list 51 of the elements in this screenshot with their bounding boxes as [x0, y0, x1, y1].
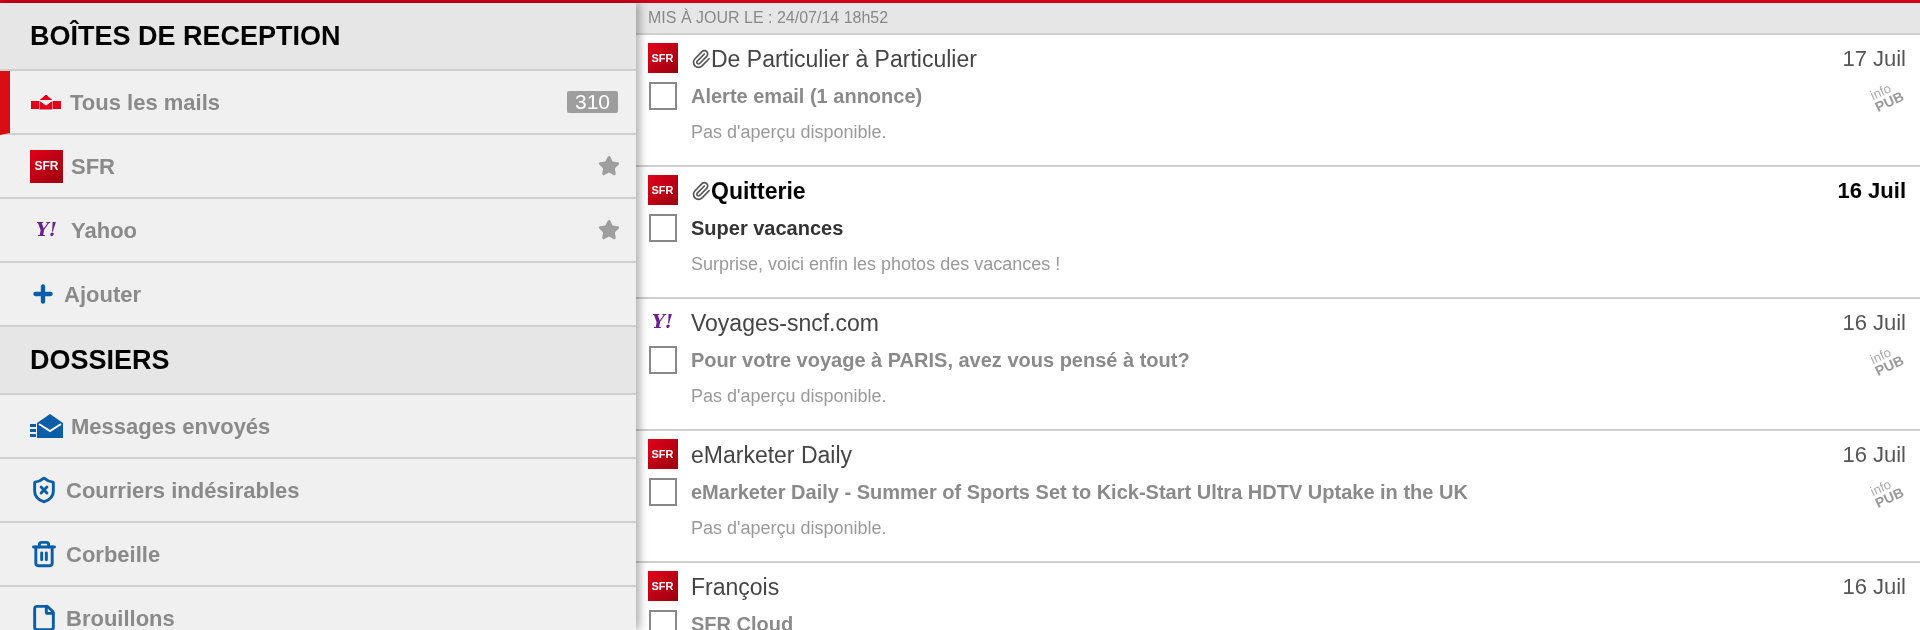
- mail-sender: De Particulier à Particulier: [711, 44, 977, 74]
- sfr-logo-icon: SFR: [647, 175, 678, 205]
- mail-sender: François: [691, 572, 780, 602]
- mail-sender: eMarketer Daily: [691, 440, 853, 470]
- mail-subject: eMarketer Daily - Summer of Sports Set to Kick-Start Ultra HDTV Uptake in the UK: [691, 480, 1469, 505]
- envelopes-icon: [30, 92, 62, 112]
- section-title: BOÎTES DE RECEPTION: [30, 19, 341, 53]
- yahoo-logo-icon: Y!: [646, 307, 679, 337]
- mail-sender: Voyages-sncf.com: [691, 308, 879, 338]
- star-icon[interactable]: [598, 219, 620, 241]
- mail-date: 16 Juil: [1842, 573, 1906, 601]
- sidebar-item[interactable]: SFR SFR: [0, 135, 636, 199]
- shield-icon: [30, 476, 58, 504]
- mail-item[interactable]: SFR De Particulier à Particulier Alerte email (1 annonce) Pas d'aperçu disponible. 17 Juil info PUB: [636, 35, 1920, 167]
- mail-preview: Surprise, voici enfin les photos des vacances !: [691, 253, 1062, 276]
- checkbox[interactable]: [648, 214, 677, 242]
- mail-sender: Quitterie: [711, 176, 806, 206]
- sfr-logo-icon: SFR: [647, 43, 678, 73]
- mail-item[interactable]: SFR Quitterie Super vacances Surprise, voici enfin les photos des vacances ! 16 Juil: [636, 167, 1920, 299]
- mail-subject: Alerte email (1 annonce): [691, 84, 924, 109]
- mail-date: 17 Juil: [1842, 45, 1906, 73]
- sent-mail-icon: [30, 413, 63, 439]
- ad-label: info PUB: [1868, 343, 1907, 379]
- mail-preview: Pas d'aperçu disponible.: [691, 385, 888, 408]
- ad-label: info PUB: [1868, 475, 1907, 511]
- sfr-logo-icon: SFR: [647, 571, 678, 601]
- mail-item[interactable]: SFR eMarketer Daily eMarketer Daily - Summer of Sports Set to Kick-Start Ultra HDTV Uptake in the UK Pas d'aperçu disponible. 16 Juil info PUB: [636, 431, 1920, 563]
- update-time: MIS À JOUR LE : 24/07/14 18h52: [648, 7, 889, 28]
- mail-subject: Super vacances: [691, 216, 845, 241]
- checkbox[interactable]: [648, 82, 677, 110]
- sfr-logo-icon: SFR: [30, 149, 63, 183]
- add-icon: [30, 281, 56, 307]
- mail-preview: Pas d'aperçu disponible.: [691, 121, 888, 144]
- checkbox[interactable]: [648, 346, 677, 374]
- count-badge: 310: [566, 91, 618, 113]
- ad-label: info PUB: [1868, 79, 1907, 115]
- star-icon[interactable]: [598, 155, 620, 177]
- mail-subject: Pour votre voyage à PARIS, avez vous pensé à tout?: [691, 348, 1191, 373]
- yahoo-logo-icon: Y!: [30, 215, 63, 245]
- checkbox[interactable]: [648, 478, 677, 506]
- sfr-logo-icon: SFR: [647, 439, 678, 469]
- mail-date: 16 Juil: [1842, 441, 1906, 469]
- document-icon: [30, 604, 58, 630]
- mail-preview: Pas d'aperçu disponible.: [691, 517, 888, 540]
- checkbox[interactable]: [648, 610, 677, 630]
- trash-icon: [30, 540, 58, 568]
- sidebar-item[interactable]: Y! Yahoo: [0, 199, 636, 263]
- mail-date: 16 Juil: [1842, 309, 1906, 337]
- section-title: DOSSIERS: [30, 343, 170, 377]
- mail-item[interactable]: Y! Voyages-sncf.com Pour votre voyage à PARIS, avez vous pensé à tout? Pas d'aperçu disponible. 16 Juil info PUB: [636, 299, 1920, 431]
- mail-date: 16 Juil: [1837, 177, 1906, 205]
